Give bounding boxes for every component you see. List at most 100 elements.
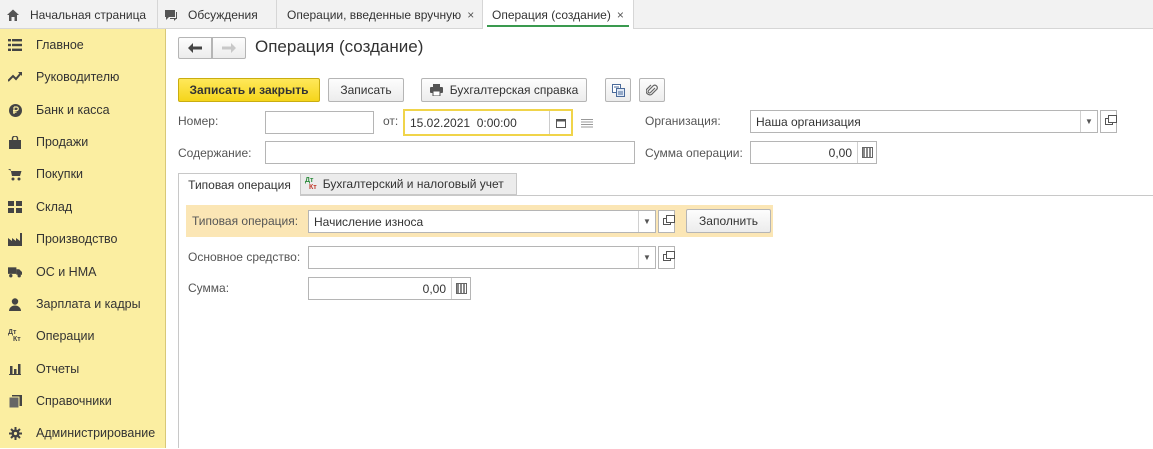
fill-button[interactable]: Заполнить [686,209,771,233]
ruble-coin-icon [8,103,22,117]
sidebar-item-label: Отчеты [36,362,80,376]
accounting-note-label: Бухгалтерская справка [449,83,579,97]
menu-lines-icon [8,38,22,52]
attach-button[interactable] [639,78,665,102]
sidebar-item-label: Операции [36,329,95,343]
structure-button[interactable] [605,78,631,102]
sidebar-item-assets[interactable]: ОС и НМА [0,256,166,288]
organization-dropdown-button[interactable]: ▼ [1080,111,1097,132]
paperclip-icon [646,84,658,95]
save-button[interactable]: Записать [328,78,404,102]
gear-icon [8,426,22,440]
sidebar-item-purchases[interactable]: Покупки [0,158,166,190]
fixed-asset-field[interactable]: ▼ [308,246,656,269]
sidebar-item-label: Покупки [36,167,84,181]
tab-panel-border [178,196,179,448]
calendar-button[interactable] [549,111,571,134]
tabs-divider [178,195,1153,196]
dt-kt-icon: Дт Кт [8,329,21,343]
sidebar-item-label: ОС и НМА [36,265,97,279]
typical-operation-dropdown-button[interactable]: ▼ [638,211,655,232]
sidebar-item-manager[interactable]: Руководителю [0,61,166,93]
factory-icon [8,232,22,246]
document-structure-icon [611,83,625,97]
trend-up-icon [8,70,22,84]
tab-typical-operation-label: Типовая операция [188,178,291,192]
tab-operation-create[interactable]: Операция (создание) × [483,0,634,30]
typical-operation-label: Типовая операция: [192,214,299,228]
shopping-bag-icon [8,135,22,149]
typical-operation-open-button[interactable] [658,210,675,233]
chevron-down-icon: ▼ [643,253,651,262]
calendar-icon [555,118,566,128]
close-icon[interactable]: × [617,8,624,22]
operation-sum-label: Сумма операции: [645,146,743,160]
sidebar-item-operations[interactable]: Дт Кт Операции [0,320,166,352]
tab-typical-operation[interactable]: Типовая операция [178,173,301,196]
content-label: Содержание: [178,146,252,160]
chevron-down-icon: ▼ [1085,117,1093,126]
open-icon [662,215,675,225]
arrow-right-icon [222,43,236,53]
organization-open-button[interactable] [1100,110,1117,133]
page-title: Операция (создание) [255,37,424,56]
calculator-icon [861,147,873,158]
sidebar-item-bank[interactable]: Банк и касса [0,94,166,126]
sidebar-item-salary[interactable]: Зарплата и кадры [0,288,166,320]
bar-chart-icon [8,362,22,376]
chat-icon [164,8,178,22]
back-button[interactable] [178,37,212,59]
sidebar-item-sales[interactable]: Продажи [0,126,166,158]
warehouse-icon [8,200,22,214]
truck-icon [8,265,22,279]
sidebar-item-reports[interactable]: Отчеты [0,353,166,385]
person-icon [8,297,22,311]
sidebar: Главное Руководителю Банк и касса Продаж… [0,29,166,448]
organization-value: Наша организация [756,114,861,129]
form-area: Операция (создание) Записать и закрыть З… [167,29,1153,448]
tab-accounting-tax[interactable]: Дт Кт Бухгалтерский и налоговый учет [301,173,517,195]
sum-label: Сумма: [188,281,230,295]
sidebar-item-label: Зарплата и кадры [36,297,141,311]
dt-kt-icon: Дт Кт [305,177,317,191]
calculator-button[interactable] [451,278,470,299]
sidebar-item-production[interactable]: Производство [0,223,166,255]
sidebar-item-label: Администрирование [36,426,156,440]
sidebar-item-admin[interactable]: Администрирование [0,417,166,449]
home-icon [6,8,20,22]
tab-manual-operations[interactable]: Операции, введенные вручную × [277,0,483,29]
arrow-left-icon [188,43,202,53]
accounting-note-button[interactable]: Бухгалтерская справка [421,78,587,102]
forward-button[interactable] [212,37,246,59]
date-from-label: от: [383,114,399,128]
fixed-asset-label: Основное средство: [188,250,301,264]
open-icon [662,251,675,261]
fixed-asset-dropdown-button[interactable]: ▼ [638,247,655,268]
typical-operation-value: Начисление износа [314,214,424,229]
content-field[interactable] [265,141,635,164]
typical-operation-field[interactable]: Начисление износа ▼ [308,210,656,233]
operation-sum-field[interactable]: 0,00 [750,141,877,164]
sidebar-item-warehouse[interactable]: Склад [0,191,166,223]
sidebar-item-main[interactable]: Главное [0,29,166,61]
tab-discussions[interactable]: Обсуждения [158,0,277,29]
chevron-down-icon: ▼ [643,217,651,226]
fixed-asset-open-button[interactable] [658,246,675,269]
sidebar-item-references[interactable]: Справочники [0,385,166,417]
number-field[interactable] [265,111,374,134]
tab-home[interactable]: Начальная страница [0,0,158,29]
sum-field[interactable]: 0,00 [308,277,471,300]
tab-accounting-tax-label: Бухгалтерский и налоговый учет [322,177,504,191]
sum-value: 0,00 [422,281,446,296]
close-icon[interactable]: × [467,8,474,22]
list-lines-icon[interactable] [581,117,593,131]
sidebar-item-label: Склад [36,200,73,214]
date-value: 15.02.2021 0:00:00 [410,115,517,130]
sidebar-item-label: Справочники [36,394,112,408]
open-icon [1104,115,1117,125]
cart-icon [8,167,22,181]
organization-field[interactable]: Наша организация ▼ [750,110,1098,133]
date-field[interactable]: 15.02.2021 0:00:00 [403,109,573,136]
calculator-button[interactable] [857,142,876,163]
save-and-close-button[interactable]: Записать и закрыть [178,78,320,102]
